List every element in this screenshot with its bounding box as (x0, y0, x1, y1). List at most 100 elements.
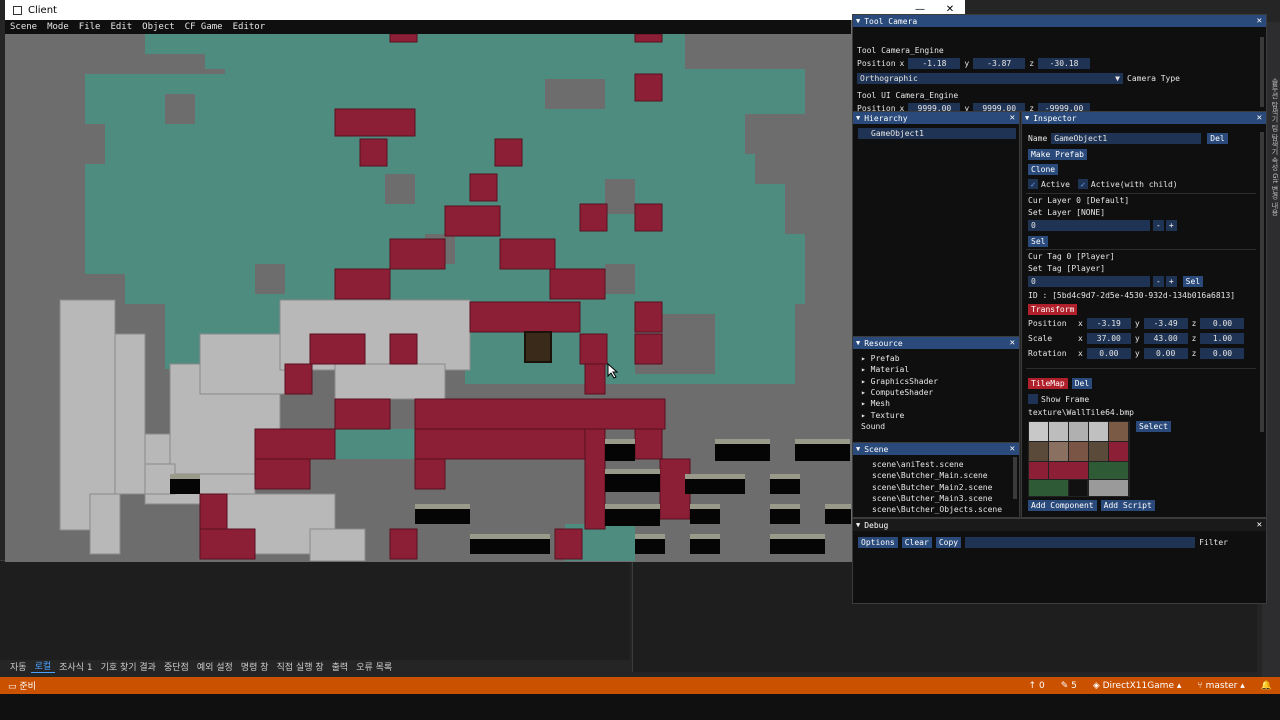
tilemap-canvas[interactable] (5, 34, 851, 561)
tilemap-delete-button[interactable]: Del (1071, 378, 1093, 389)
crimson-wall-tile (389, 528, 418, 560)
crimson-wall-tile (309, 333, 366, 365)
projection-combo[interactable]: Orthographic ▼ (857, 73, 1123, 84)
scale-label: Scale (1028, 334, 1053, 343)
resource-item-graphicsshader[interactable]: ▸ GraphicsShader (861, 377, 938, 386)
status-project[interactable]: ◈ DirectX11Game ▴ (1085, 681, 1190, 691)
scene-viewport[interactable] (5, 34, 851, 561)
scale-y-field[interactable]: 43.00 (1143, 333, 1188, 344)
stone-wall-tile (89, 493, 121, 555)
menu-item-edit[interactable]: Edit (105, 22, 137, 32)
tool-tab-8[interactable]: 출력 (328, 660, 353, 673)
tool-camera-titlebar[interactable]: ▼ Tool Camera ✕ (853, 15, 1266, 27)
scene-item-2[interactable]: scene\Butcher_Main2.scene (872, 483, 992, 492)
tag-increment-button[interactable]: + (1165, 276, 1177, 287)
texture-select-button[interactable]: Select (1136, 421, 1171, 432)
scene-titlebar[interactable]: ▼ Scene ✕ (853, 443, 1019, 455)
scene-item-1[interactable]: scene\Butcher_Main.scene (872, 471, 988, 480)
close-icon[interactable]: ✕ (1010, 337, 1015, 349)
show-frame-checkbox[interactable] (1028, 394, 1038, 404)
resource-item-computeshader[interactable]: ▸ ComputeShader (861, 388, 933, 397)
menu-item-cf-game[interactable]: CF Game (180, 22, 228, 32)
output-pane[interactable] (0, 560, 630, 660)
camera-y-field[interactable]: -3.87 (973, 58, 1026, 69)
layer-input[interactable]: 0 (1028, 220, 1150, 231)
position-z-field[interactable]: 0.00 (1200, 318, 1245, 329)
clear-button[interactable]: Clear (901, 537, 932, 548)
debug-titlebar[interactable]: ▼ Debug ✕ (853, 519, 1266, 531)
status-edits[interactable]: ✎ 5 (1053, 681, 1085, 691)
camera-x-field[interactable]: -1.18 (908, 58, 961, 69)
close-icon[interactable]: ✕ (1257, 15, 1262, 27)
rotation-y-field[interactable]: 0.00 (1143, 348, 1188, 359)
resource-item-material[interactable]: ▸ Material (861, 365, 909, 374)
resource-item-mesh[interactable]: ▸ Mesh (861, 399, 890, 408)
clone-button[interactable]: Clone (1028, 164, 1059, 175)
hierarchy-titlebar[interactable]: ▼ Hierarchy ✕ (853, 112, 1019, 124)
active-row: ✓ Active ✓ Active(with child) (1028, 179, 1178, 189)
layer-decrement-button[interactable]: - (1153, 220, 1164, 231)
scale-x-field[interactable]: 37.00 (1086, 333, 1131, 344)
hierarchy-item-gameobject1[interactable]: GameObject1 (858, 128, 1016, 139)
tool-tab-3[interactable]: 기호 찾기 결과 (97, 660, 160, 673)
layer-increment-button[interactable]: + (1165, 220, 1177, 231)
options-button[interactable]: Options (858, 537, 898, 548)
camera-z-field[interactable]: -30.18 (1038, 58, 1091, 69)
transform-header[interactable]: Transform (1028, 304, 1078, 315)
close-icon[interactable]: ✕ (1010, 443, 1015, 455)
scene-item-4[interactable]: scene\Butcher_Objects.scene (872, 505, 1002, 514)
scene-item-0[interactable]: scene\aniTest.scene (872, 460, 964, 469)
copy-button[interactable]: Copy (935, 537, 962, 548)
tool-tab-6[interactable]: 명령 창 (237, 660, 273, 673)
rotation-x-field[interactable]: 0.00 (1086, 348, 1131, 359)
ledge-top-tile (605, 504, 660, 509)
position-x-field[interactable]: -3.19 (1086, 318, 1131, 329)
menu-item-object[interactable]: Object (137, 22, 180, 32)
tool-tab-4[interactable]: 중단점 (160, 660, 193, 673)
tag-input[interactable]: 0 (1028, 276, 1150, 287)
tool-tab-9[interactable]: 오류 목록 (352, 660, 396, 673)
menu-item-editor[interactable]: Editor (228, 22, 271, 32)
tool-tab-7[interactable]: 직접 실행 창 (273, 660, 328, 673)
inspector-titlebar[interactable]: ▼ Inspector ✕ (1022, 112, 1266, 124)
position-y-field[interactable]: -3.49 (1143, 318, 1188, 329)
close-icon[interactable]: ✕ (1257, 519, 1262, 531)
scrollbar[interactable] (1260, 132, 1264, 432)
menu-item-mode[interactable]: Mode (42, 22, 74, 32)
resource-item-texture[interactable]: ▸ Texture (861, 411, 904, 420)
active-checkbox[interactable]: ✓ (1028, 179, 1038, 189)
resource-item-prefab[interactable]: ▸ Prefab (861, 354, 900, 363)
scene-item-3[interactable]: scene\Butcher_Main3.scene (872, 494, 992, 503)
menu-item-file[interactable]: File (74, 22, 106, 32)
add-script-button[interactable]: Add Script (1100, 500, 1155, 511)
ledge-top-tile (170, 474, 200, 479)
delete-object-button[interactable]: Del (1207, 133, 1228, 144)
scale-z-field[interactable]: 1.00 (1200, 333, 1245, 344)
tool-tab-1[interactable]: 로컬 (30, 659, 56, 673)
tilemap-header[interactable]: TileMap (1028, 378, 1068, 389)
tool-tab-2[interactable]: 조사식 1 (55, 660, 96, 673)
resource-titlebar[interactable]: ▼ Resource ✕ (853, 337, 1019, 349)
rotation-z-field[interactable]: 0.00 (1200, 348, 1245, 359)
tool-tab-5[interactable]: 예외 설정 (193, 660, 237, 673)
tag-select-button[interactable]: Sel (1182, 276, 1204, 287)
resource-item-sound[interactable]: Sound (861, 422, 885, 431)
tool-tab-0[interactable]: 자동 (6, 660, 31, 673)
filter-input[interactable] (965, 537, 1196, 548)
tag-decrement-button[interactable]: - (1153, 276, 1164, 287)
crimson-wall-tile (634, 301, 663, 333)
close-icon[interactable]: ✕ (1257, 112, 1262, 124)
notifications-icon[interactable]: 🔔 (1253, 681, 1280, 691)
status-push[interactable]: ↑ 0 (1021, 681, 1053, 691)
scrollbar[interactable] (1013, 457, 1017, 499)
scrollbar[interactable] (1260, 37, 1264, 107)
layer-select-button[interactable]: Sel (1028, 236, 1049, 247)
tile-atlas-preview[interactable] (1028, 421, 1130, 497)
menu-item-scene[interactable]: Scene (5, 22, 42, 32)
close-icon[interactable]: ✕ (1010, 112, 1015, 124)
active-child-checkbox[interactable]: ✓ (1077, 179, 1088, 189)
status-branch[interactable]: ⑂ master ▴ (1189, 681, 1252, 691)
make-prefab-button[interactable]: Make Prefab (1028, 149, 1087, 160)
add-component-button[interactable]: Add Component (1028, 500, 1097, 511)
name-input[interactable]: GameObject1 (1051, 133, 1202, 144)
